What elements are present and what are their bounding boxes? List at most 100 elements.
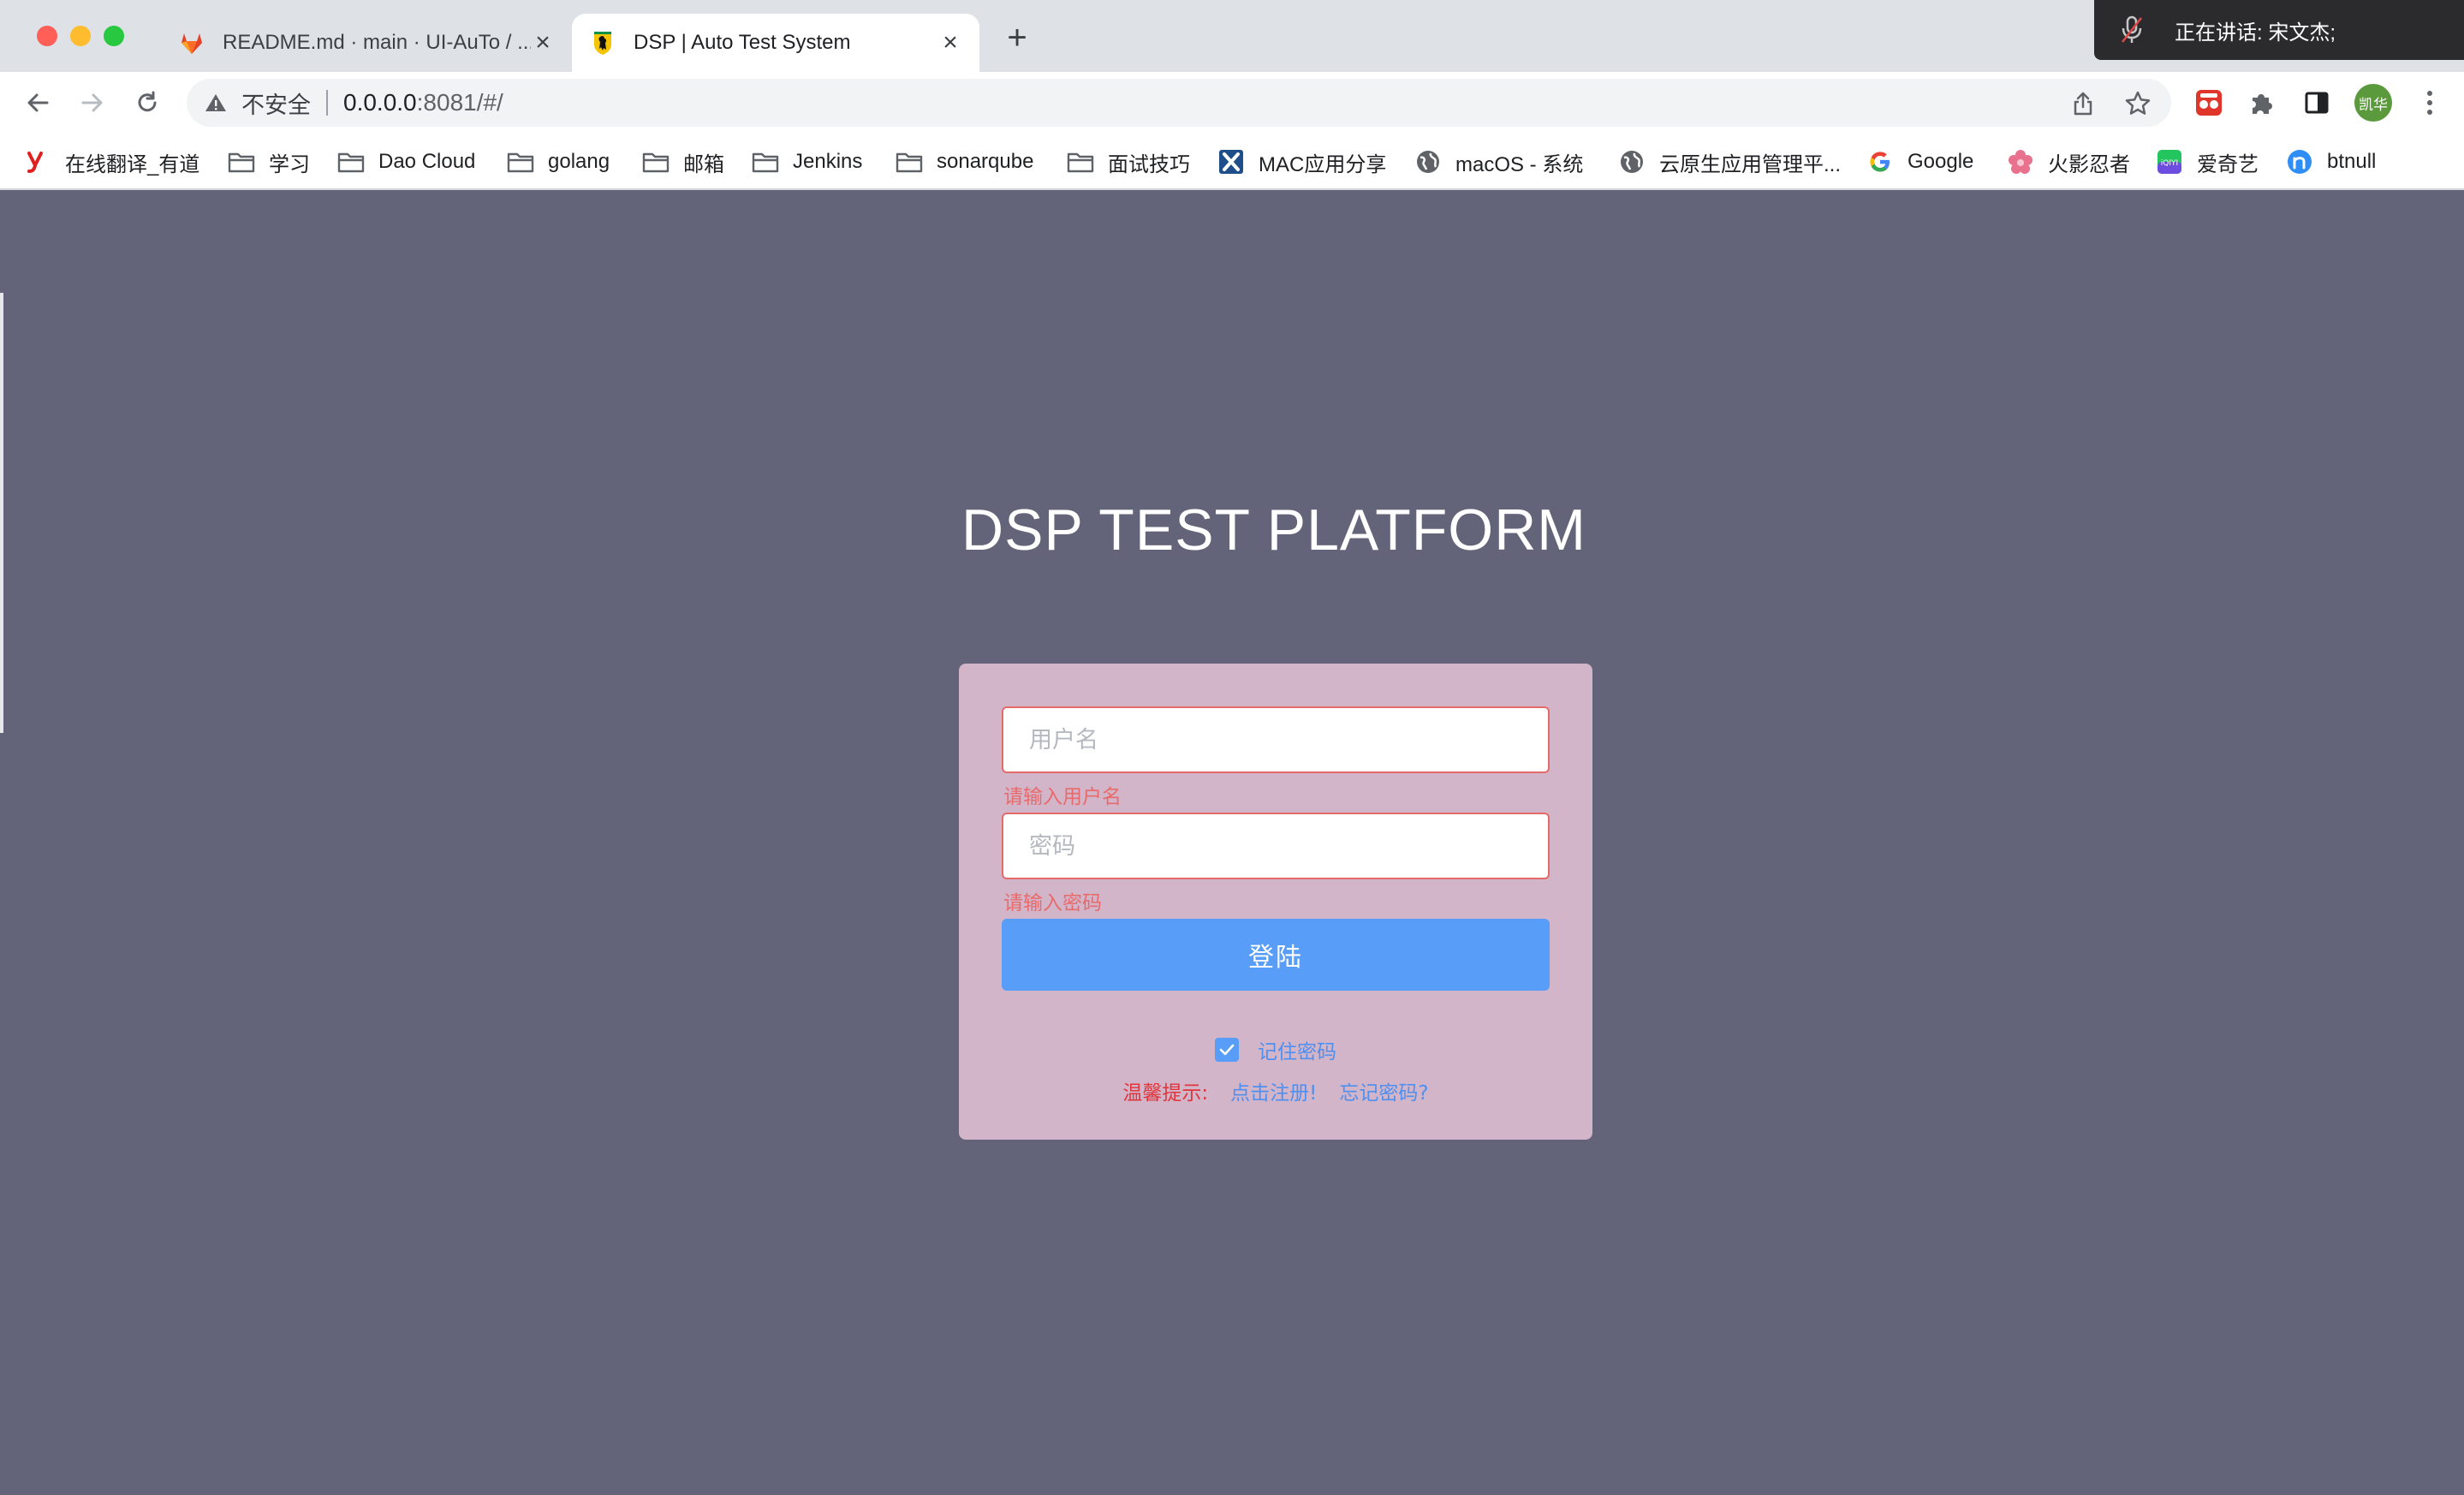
speaking-text: 正在讲话: 宋文杰; [2175, 21, 2336, 45]
extension-red-icon[interactable] [2192, 86, 2226, 120]
bookmark-label: MAC应用分享 [1259, 152, 1387, 176]
folder-icon [337, 148, 365, 176]
address-divider [326, 90, 328, 116]
bookmark-label: 在线翻译_有道 [65, 152, 200, 176]
bookmark-label: 云原生应用管理平... [1659, 152, 1842, 176]
bookmark-label: Dao Cloud [378, 150, 476, 173]
bookmark-label: 爱奇艺 [2197, 152, 2259, 176]
login-button[interactable]: 登陆 [1002, 919, 1550, 991]
bookmark-item[interactable]: iQIYI 爱奇艺 [2156, 144, 2259, 180]
password-input[interactable] [1003, 814, 1548, 878]
url-text[interactable]: 0.0.0.0:8081/#/ [343, 89, 503, 116]
bookmark-label: btnull [2327, 150, 2377, 173]
bookmark-item[interactable]: golang [507, 144, 610, 180]
folder-icon [752, 148, 779, 176]
bookmark-label: Jenkins [793, 150, 863, 173]
warning-icon[interactable] [202, 89, 229, 116]
folder-icon [507, 148, 534, 176]
username-error: 请输入用户名 [1003, 786, 1122, 808]
remember-label[interactable]: 记住密码 [1258, 1035, 1336, 1064]
remember-checkbox[interactable] [1215, 1038, 1239, 1062]
svg-text:iQIYI: iQIYI [2161, 159, 2178, 168]
profile-avatar[interactable]: 凯华 [2354, 84, 2392, 122]
bookmark-item[interactable]: btnull [2286, 144, 2376, 180]
bookmark-item[interactable]: Google [1866, 144, 1973, 180]
browser-chrome: README.md · main · UI-AuTo / ... × DSP |… [0, 0, 2464, 190]
iqiyi-icon: iQIYI [2156, 148, 2183, 176]
side-panel-icon[interactable] [2300, 86, 2334, 120]
bookmark-item[interactable]: MAC应用分享 [1217, 144, 1386, 180]
bookmark-label: golang [548, 150, 610, 173]
bookmark-label: 面试技巧 [1108, 152, 1190, 176]
login-card: 请输入用户名 请输入密码 登陆 记住密码 温馨提示: 点击注册! 忘记密码? [959, 664, 1592, 1140]
globe-icon [1618, 148, 1646, 176]
gitlab-icon [178, 29, 205, 57]
flower-icon [2007, 148, 2034, 176]
browser-toolbar: 不安全 0.0.0.0:8081/#/ 凯华 [0, 72, 2464, 134]
bookmark-label: macOS - 系统 [1455, 152, 1584, 176]
x-app-icon [1217, 148, 1245, 176]
reload-icon[interactable] [127, 82, 168, 123]
tab-dsp[interactable]: DSP | Auto Test System × [572, 14, 979, 72]
bookmark-label: 邮箱 [683, 152, 724, 176]
bookmark-item[interactable]: 云原生应用管理平... [1618, 144, 1841, 180]
url-path: :8081/#/ [416, 89, 503, 116]
bookmark-item[interactable]: Dao Cloud [337, 144, 475, 180]
tips-row: 温馨提示: 点击注册! 忘记密码? [959, 1076, 1592, 1105]
globe-icon [1414, 148, 1442, 176]
bookmark-item[interactable]: 学习 [228, 144, 310, 180]
close-tab-icon[interactable]: × [531, 28, 555, 57]
forward-icon[interactable] [72, 82, 113, 123]
bookmark-item[interactable]: 邮箱 [642, 144, 724, 180]
bookmark-item[interactable]: 在线翻译_有道 [24, 144, 199, 180]
ferrari-icon [589, 29, 616, 57]
bookmark-label: sonarqube [937, 150, 1034, 173]
bookmark-item[interactable]: sonarqube [896, 144, 1033, 180]
bookmarks-bar: 在线翻译_有道 学习 Dao Cloud golang 邮箱 Jenkins s… [0, 134, 2464, 190]
youdao-icon [24, 148, 51, 176]
bookmark-item[interactable]: 面试技巧 [1067, 144, 1190, 180]
maximize-window-button[interactable] [104, 26, 124, 46]
folder-icon [642, 148, 670, 176]
folder-icon [1067, 148, 1094, 176]
minimize-window-button[interactable] [70, 26, 91, 46]
bookmark-star-icon[interactable] [2123, 89, 2152, 118]
password-field [1002, 813, 1550, 879]
meeting-speaking-banner: 正在讲话: 宋文杰; [2094, 0, 2464, 60]
bookmark-item[interactable]: 火影忍者 [2007, 144, 2130, 180]
password-error: 请输入密码 [1003, 892, 1102, 914]
new-tab-button[interactable]: + [998, 21, 1036, 58]
tab-strip: README.md · main · UI-AuTo / ... × DSP |… [0, 0, 2464, 72]
close-window-button[interactable] [37, 26, 57, 46]
remember-row: 记住密码 [959, 1035, 1592, 1064]
bookmark-item[interactable]: Jenkins [752, 144, 862, 180]
url-host: 0.0.0.0 [343, 89, 417, 116]
page-title: DSP TEST PLATFORM [961, 497, 1586, 563]
google-icon [1866, 148, 1894, 176]
share-icon[interactable] [2068, 89, 2098, 118]
bookmark-label: Google [1908, 150, 1974, 173]
bookmark-label: 学习 [269, 152, 310, 176]
folder-icon [228, 148, 255, 176]
close-tab-icon[interactable]: × [938, 28, 962, 57]
checkmark-icon [1219, 1044, 1235, 1056]
security-label[interactable]: 不安全 [241, 86, 311, 120]
tip-label: 温馨提示: [1122, 1082, 1209, 1105]
muted-mic-icon [2115, 13, 2149, 47]
username-field [1002, 706, 1550, 773]
back-icon[interactable] [17, 82, 58, 123]
folder-icon [896, 148, 923, 176]
bookmark-label: 火影忍者 [2048, 152, 2130, 176]
username-input[interactable] [1003, 708, 1548, 771]
tab-title: README.md · main · UI-AuTo / ... [223, 31, 531, 54]
register-link[interactable]: 点击注册! [1230, 1076, 1317, 1105]
tab-readme[interactable]: README.md · main · UI-AuTo / ... × [161, 14, 572, 72]
n-icon [2286, 148, 2313, 176]
address-bar[interactable]: 不安全 0.0.0.0:8081/#/ [187, 79, 2171, 127]
forgot-password-link[interactable]: 忘记密码? [1339, 1076, 1428, 1105]
bookmark-item[interactable]: macOS - 系统 [1414, 144, 1583, 180]
menu-kebab-icon[interactable] [2413, 86, 2447, 120]
login-page: DSP TEST PLATFORM 请输入用户名 请输入密码 登陆 记住密码 温… [0, 190, 2464, 1495]
tab-title: DSP | Auto Test System [634, 31, 851, 54]
extensions-puzzle-icon[interactable] [2245, 86, 2279, 120]
